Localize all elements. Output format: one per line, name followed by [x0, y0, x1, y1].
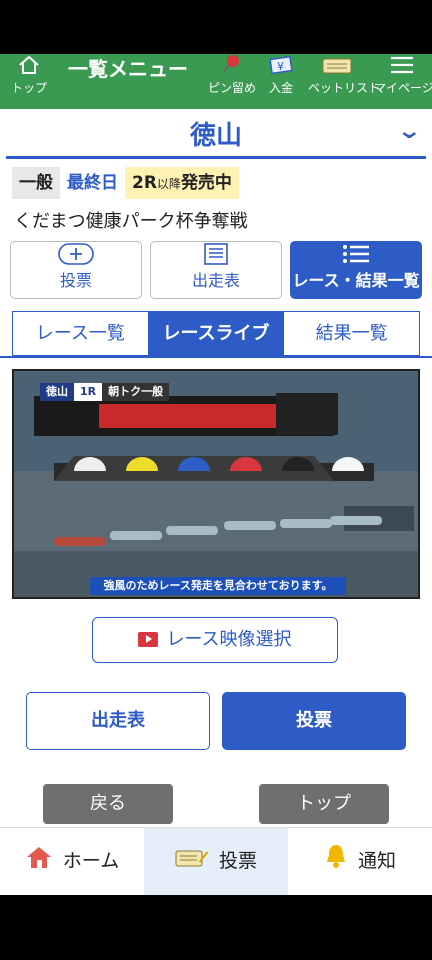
- sale-badge: 2R以降発売中: [125, 167, 239, 199]
- video-frame: [14, 371, 418, 597]
- tab-race-list[interactable]: レース一覧: [13, 312, 148, 355]
- stadium-name: 徳山: [189, 121, 242, 151]
- video-series-label: 朝トク一般: [102, 383, 170, 401]
- tab-home-label: ホーム: [62, 850, 120, 872]
- nav-top[interactable]: トップ: [6, 54, 52, 109]
- select-video-label: レース映像選択: [166, 629, 292, 650]
- nav-betlist[interactable]: ベットリスト: [308, 54, 381, 109]
- svg-text:¥: ¥: [277, 60, 284, 73]
- race-tabs: レース一覧 レースライブ 結果一覧: [12, 311, 420, 356]
- video-play-icon: [138, 632, 159, 647]
- entry-action-label: 出走表: [191, 271, 240, 290]
- back-button[interactable]: 戻る: [43, 784, 173, 824]
- ticket-icon: [175, 830, 209, 896]
- tab-notice-label: 通知: [357, 850, 396, 872]
- sale-text: 発売中: [180, 173, 232, 193]
- video-stadium-tag: 徳山: [40, 383, 74, 401]
- tab-results-list[interactable]: 結果一覧: [283, 312, 420, 355]
- plus-circle-icon: [11, 242, 141, 272]
- day-badge: 最終日: [60, 167, 125, 199]
- grade-badge: 一般: [12, 167, 60, 199]
- nav-pin-label: ピン留め: [208, 81, 257, 95]
- tabs-underline: [0, 356, 432, 358]
- nav-pin[interactable]: ピン留め: [208, 54, 257, 109]
- nav-deposit-label: 入金: [268, 81, 293, 95]
- pin-icon: [208, 54, 252, 82]
- race-badges: 一般 最終日 2R以降発売中: [12, 167, 239, 199]
- bottom-tab-bar: ホーム 投票 通知: [0, 827, 432, 895]
- home-icon: [25, 828, 53, 894]
- vote-action-button[interactable]: 投票: [10, 241, 142, 299]
- results-action-label: レース・結果一覧: [292, 272, 420, 290]
- system-nav-bar: [0, 895, 432, 960]
- status-bar: [0, 0, 432, 54]
- main-content: 徳山 ⌄ 一般 最終日 2R以降発売中 くだまつ健康パーク杯争奪戦 投票 出走表…: [0, 109, 432, 827]
- stadium-selector[interactable]: 徳山 ⌄: [6, 109, 426, 159]
- tab-home[interactable]: ホーム: [0, 828, 144, 895]
- tab-notice[interactable]: 通知: [288, 828, 432, 895]
- entry-action-button[interactable]: 出走表: [150, 241, 282, 299]
- chevron-down-icon[interactable]: ⌄: [396, 119, 422, 144]
- video-caption: 強風のためレース発走を見合わせております。: [90, 577, 346, 595]
- vote-button[interactable]: 投票: [222, 692, 406, 750]
- tab-vote-label: 投票: [218, 850, 257, 872]
- nav-mypage-label: マイページ: [374, 81, 432, 95]
- tab-race-live[interactable]: レースライブ: [147, 312, 284, 355]
- sale-suffix: 以降: [156, 177, 181, 191]
- top-nav: トップ 一覧メニュー ピン留め ¥ 入金 ベットリスト マイページ: [0, 54, 432, 109]
- nav-mypage[interactable]: マイページ: [374, 54, 432, 109]
- tab-vote[interactable]: 投票: [144, 828, 288, 895]
- nav-top-label: トップ: [10, 81, 47, 95]
- vote-action-label: 投票: [59, 271, 92, 290]
- sale-race: 2R: [132, 173, 157, 193]
- bell-icon: [324, 828, 348, 894]
- select-video-button[interactable]: レース映像選択: [92, 617, 338, 663]
- nav-deposit[interactable]: ¥ 入金: [260, 54, 302, 109]
- hamburger-icon: [374, 54, 430, 82]
- nav-menu[interactable]: 一覧メニュー: [68, 54, 188, 109]
- results-action-button[interactable]: レース・結果一覧: [290, 241, 422, 299]
- yen-icon: ¥: [260, 54, 302, 82]
- live-video-player[interactable]: 徳山 1R 朝トク一般 強風のためレース発走を見合わせております。: [12, 369, 420, 599]
- list-icon: [291, 242, 421, 272]
- video-race-tag: 徳山 1R 朝トク一般: [40, 383, 170, 401]
- entry-table-button[interactable]: 出走表: [26, 692, 210, 750]
- list-icon: [308, 54, 366, 82]
- video-race-number: 1R: [74, 383, 103, 401]
- home-icon: [6, 54, 52, 82]
- race-title: くだまつ健康パーク杯争奪戦: [14, 211, 248, 232]
- newspaper-icon: [151, 242, 281, 272]
- top-button[interactable]: トップ: [259, 784, 389, 824]
- nav-betlist-label: ベットリスト: [308, 81, 381, 95]
